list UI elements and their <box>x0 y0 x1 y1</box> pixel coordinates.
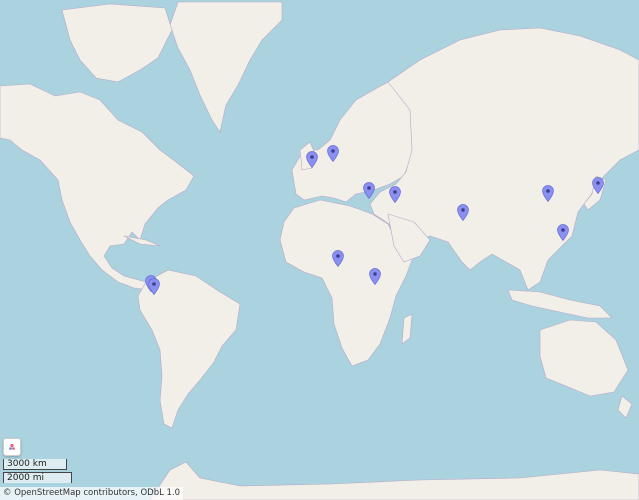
land-madagascar <box>401 313 413 345</box>
map-marker[interactable] <box>363 182 375 199</box>
land-arctic-islands <box>61 3 173 83</box>
scale-bar-km: 3000 km <box>3 459 67 470</box>
scale-bar-mi: 2000 mi <box>3 472 72 483</box>
land-north-america <box>0 83 195 291</box>
map-marker[interactable] <box>557 224 569 241</box>
map-marker[interactable] <box>148 278 160 295</box>
map-canvas[interactable]: 3000 km 2000 mi © OpenStreetMap contribu… <box>0 0 639 500</box>
land-new-zealand <box>617 395 633 419</box>
map-marker[interactable] <box>327 145 339 162</box>
attribution: © OpenStreetMap contributors, ODbL 1.0 <box>0 487 184 500</box>
map-marker[interactable] <box>332 250 344 267</box>
layers-icon[interactable] <box>3 438 21 456</box>
land-antarctica <box>149 461 639 500</box>
map-marker[interactable] <box>306 151 318 168</box>
map-marker[interactable] <box>369 268 381 285</box>
map-marker[interactable] <box>457 204 469 221</box>
world-basemap <box>0 1 639 500</box>
map-marker[interactable] <box>592 177 604 194</box>
land-cuba <box>123 235 161 247</box>
land-indonesia <box>507 289 613 319</box>
map-marker[interactable] <box>389 186 401 203</box>
land-greenland <box>169 1 283 133</box>
map-marker[interactable] <box>542 185 554 202</box>
land-australia <box>539 319 629 397</box>
